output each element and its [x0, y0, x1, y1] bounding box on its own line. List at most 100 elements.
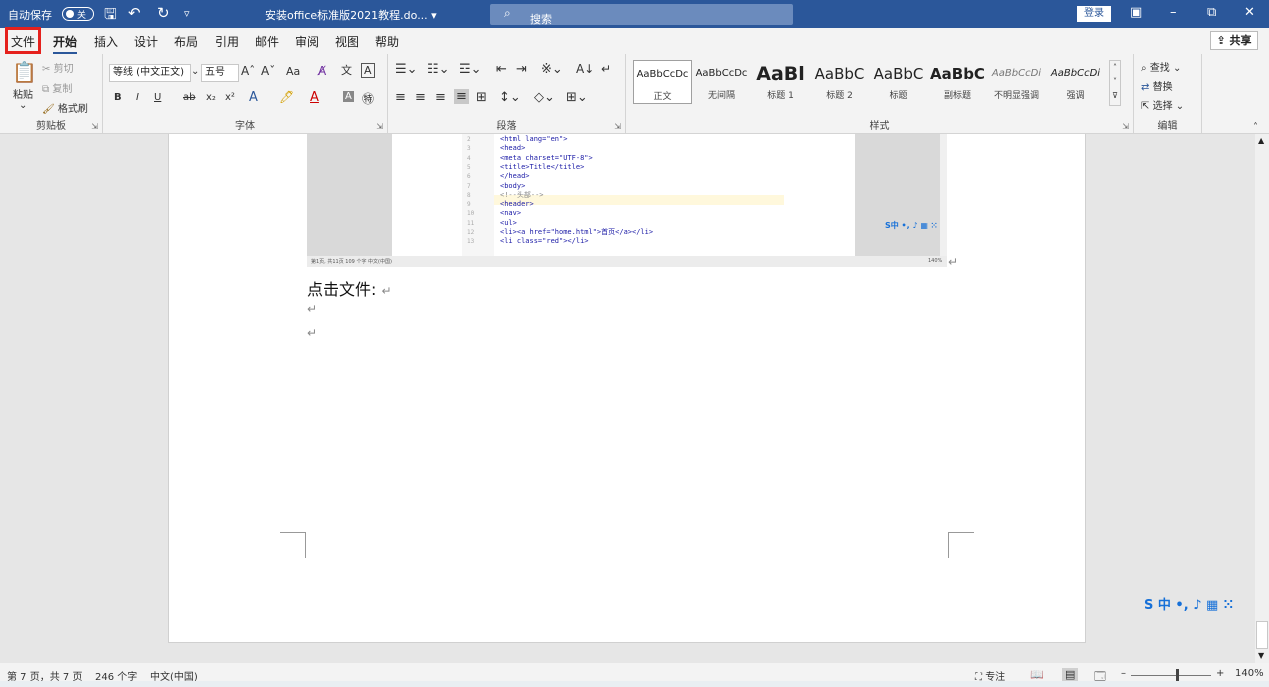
- close-icon[interactable]: ✕: [1244, 5, 1255, 20]
- body-paragraph[interactable]: 点击文件: ↵: [307, 276, 392, 300]
- paste-dropdown-icon[interactable]: ⌄: [19, 100, 27, 111]
- copy-button[interactable]: ⧉ 复制: [42, 80, 72, 95]
- shrink-font-icon[interactable]: Aˇ: [261, 64, 275, 78]
- style-subtitle[interactable]: AaBbC 副标题: [928, 60, 987, 104]
- char-shading-icon[interactable]: A: [343, 91, 354, 102]
- code-line: <li class="red"></li>: [500, 237, 589, 246]
- minimize-icon[interactable]: –: [1170, 5, 1177, 20]
- superscript-icon[interactable]: x²: [225, 92, 235, 103]
- numbering-icon[interactable]: ☷⌄: [427, 62, 450, 77]
- ribbon-display-icon[interactable]: ▣: [1130, 5, 1142, 20]
- select-button[interactable]: ⇱ 选择 ⌄: [1141, 97, 1184, 112]
- cut-button[interactable]: ✂ 剪切: [42, 60, 74, 75]
- styles-scroll-icon[interactable]: ˄ ˅ ⊽: [1109, 60, 1121, 106]
- zoom-slider-thumb[interactable]: [1176, 669, 1179, 681]
- highlight-icon[interactable]: 🖊: [279, 90, 294, 104]
- phonetic-guide-icon[interactable]: 文: [341, 62, 352, 78]
- align-center-icon[interactable]: ≡: [415, 90, 426, 105]
- tab-view[interactable]: 视图: [335, 33, 359, 50]
- paste-button[interactable]: 粘贴: [13, 86, 33, 101]
- text-effects-icon[interactable]: A: [249, 90, 258, 105]
- decrease-indent-icon[interactable]: ⇤: [496, 62, 507, 77]
- style-name: 不明显强调: [993, 91, 1039, 101]
- tab-layout[interactable]: 布局: [174, 33, 198, 50]
- font-name-combo[interactable]: 等线 (中文正文): [109, 64, 191, 82]
- italic-icon[interactable]: I: [136, 92, 139, 103]
- scroll-thumb[interactable]: [1256, 621, 1268, 649]
- select-label: 选择: [1152, 101, 1173, 112]
- scroll-up-icon[interactable]: ▲: [1258, 136, 1264, 145]
- style-heading-2[interactable]: AaBbC 标题 2: [810, 60, 869, 104]
- bold-icon[interactable]: B: [114, 92, 122, 103]
- find-button[interactable]: ⌕ 查找 ⌄: [1141, 59, 1181, 74]
- char-border-icon[interactable]: A: [361, 63, 375, 78]
- strikethrough-icon[interactable]: ab: [183, 92, 195, 103]
- paragraph-launcher-icon[interactable]: ⇲: [614, 122, 621, 131]
- restore-icon[interactable]: ⧉: [1207, 5, 1216, 20]
- style-heading-1[interactable]: AaBl 标题 1: [751, 60, 810, 104]
- replace-button[interactable]: ⇄ 替换: [1141, 78, 1173, 93]
- redo-icon[interactable]: ↻: [157, 4, 170, 22]
- grow-font-icon[interactable]: Aˆ: [241, 64, 255, 78]
- save-icon[interactable]: 🖫: [104, 4, 117, 29]
- tab-home[interactable]: 开始: [53, 33, 78, 54]
- autosave-toggle[interactable]: 关: [62, 7, 94, 21]
- style-subtle-emphasis[interactable]: AaBbCcDi 不明显强调: [987, 60, 1046, 104]
- clear-format-icon[interactable]: A̸: [318, 64, 326, 78]
- zoom-out-icon[interactable]: –: [1121, 668, 1126, 679]
- font-size-combo[interactable]: 五号: [201, 64, 239, 82]
- font-name-dropdown-icon[interactable]: ⌄: [191, 66, 199, 77]
- line-spacing-icon[interactable]: ↕⌄: [499, 90, 521, 105]
- code-line: <header>: [500, 200, 534, 209]
- enclose-char-icon[interactable]: ㊕: [362, 90, 374, 107]
- align-left-icon[interactable]: ≡: [395, 90, 406, 105]
- borders-icon[interactable]: ⊞⌄: [566, 90, 588, 105]
- asian-layout-icon[interactable]: ※⌄: [541, 62, 563, 77]
- shading-icon[interactable]: ◇⌄: [534, 90, 555, 105]
- share-button[interactable]: ⇪ 共享: [1210, 31, 1258, 50]
- ime-toolbar-icon[interactable]: S 中 •, ♪ ▦ ⁙: [1144, 594, 1234, 613]
- style-title[interactable]: AaBbC 标题: [869, 60, 928, 104]
- tab-insert[interactable]: 插入: [94, 33, 118, 50]
- vertical-scrollbar[interactable]: ▲ ▼: [1255, 134, 1269, 663]
- empty-paragraph[interactable]: ↵: [307, 326, 317, 340]
- clipboard-launcher-icon[interactable]: ⇲: [91, 122, 98, 131]
- sort-icon[interactable]: A↓: [576, 62, 594, 76]
- tab-references[interactable]: 引用: [215, 33, 239, 50]
- zoom-in-icon[interactable]: +: [1216, 668, 1224, 679]
- style-normal[interactable]: AaBbCcDc 正文: [633, 60, 692, 104]
- document-title[interactable]: 安装office标准版2021教程.do... ▾: [265, 7, 437, 23]
- justify-icon[interactable]: ≡: [454, 89, 469, 104]
- align-right-icon[interactable]: ≡: [435, 90, 446, 105]
- tab-review[interactable]: 审阅: [295, 33, 319, 50]
- underline-icon[interactable]: U: [154, 92, 161, 103]
- show-marks-icon[interactable]: ↵: [601, 62, 611, 76]
- search-box[interactable]: ⌕ 搜索: [490, 4, 793, 26]
- collapse-ribbon-icon[interactable]: ˄: [1253, 122, 1258, 133]
- customize-qat-icon[interactable]: ▿: [184, 7, 190, 20]
- zoom-slider-track[interactable]: [1131, 675, 1211, 676]
- scroll-down-icon[interactable]: ▼: [1258, 651, 1264, 660]
- print-layout-icon[interactable]: ▤: [1062, 668, 1079, 681]
- increase-indent-icon[interactable]: ⇥: [516, 62, 527, 77]
- undo-icon[interactable]: ↶: [128, 4, 141, 22]
- style-no-spacing[interactable]: AaBbCcDc 无间隔: [692, 60, 751, 104]
- read-mode-icon[interactable]: 📖: [1030, 668, 1044, 681]
- empty-paragraph[interactable]: ↵: [307, 302, 317, 316]
- paste-icon[interactable]: 📋: [12, 60, 37, 84]
- tab-design[interactable]: 设计: [134, 33, 158, 50]
- font-color-icon[interactable]: A: [310, 90, 319, 105]
- change-case-button[interactable]: Aa: [286, 65, 300, 78]
- subscript-icon[interactable]: x₂: [206, 92, 216, 103]
- zoom-level[interactable]: 140%: [1235, 668, 1264, 679]
- format-painter-button[interactable]: 🖌 格式刷: [42, 100, 88, 115]
- login-button[interactable]: 登录: [1077, 6, 1111, 22]
- bullets-icon[interactable]: ☰⌄: [395, 62, 418, 77]
- distributed-icon[interactable]: ⊞: [476, 90, 487, 105]
- tab-mailings[interactable]: 邮件: [255, 33, 279, 50]
- style-emphasis[interactable]: AaBbCcDi 强调: [1046, 60, 1105, 104]
- tab-help[interactable]: 帮助: [375, 33, 399, 50]
- font-launcher-icon[interactable]: ⇲: [376, 122, 383, 131]
- multilevel-list-icon[interactable]: ☲⌄: [459, 62, 482, 77]
- styles-launcher-icon[interactable]: ⇲: [1122, 122, 1129, 131]
